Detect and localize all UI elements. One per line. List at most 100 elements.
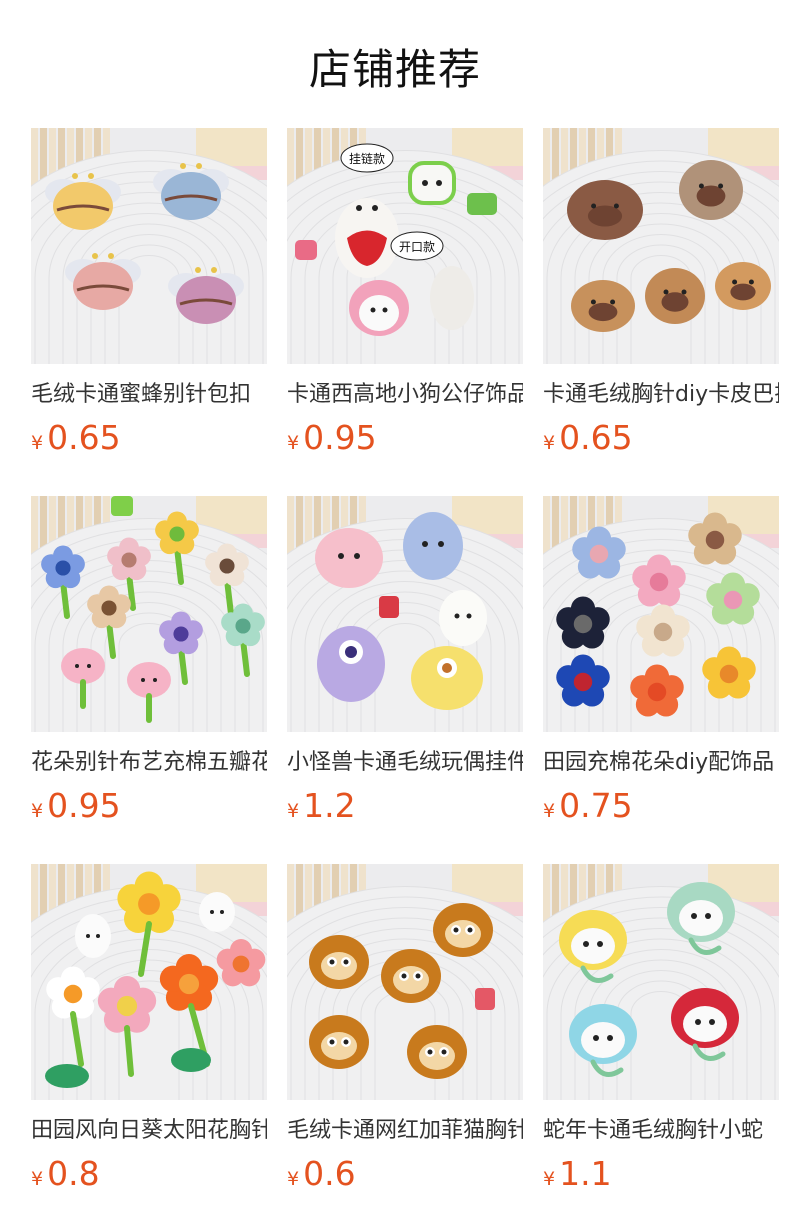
flower-center (589, 544, 609, 564)
snake-face (679, 900, 723, 936)
eye (338, 553, 344, 559)
image-monsters (287, 496, 523, 732)
product-card[interactable]: 花朵别针布艺充棉五瓣花 ¥0.95 (31, 496, 267, 864)
product-image[interactable] (31, 496, 267, 732)
product-image[interactable] (287, 496, 523, 732)
product-card[interactable]: 蛇年卡通毛绒胸针小蛇 ¥1.1 (543, 864, 779, 1232)
cat-face (321, 1032, 357, 1060)
image-bees (31, 128, 267, 364)
eye (370, 307, 376, 313)
price-amount: 0.6 (303, 1154, 356, 1193)
product-image[interactable] (543, 128, 779, 364)
letter-charm (379, 596, 399, 618)
dog-face (359, 295, 399, 331)
bunny-plush (199, 892, 235, 932)
product-name[interactable]: 卡通毛绒胸针diy卡皮巴拉 (543, 380, 779, 410)
tulip-flower (61, 648, 105, 684)
product-image[interactable] (287, 864, 523, 1100)
product-image[interactable] (31, 128, 267, 364)
currency-symbol: ¥ (287, 432, 300, 454)
eye (96, 934, 100, 938)
price-amount: 1.2 (303, 786, 356, 825)
eye (591, 203, 597, 209)
product-price: ¥0.95 (31, 784, 121, 834)
currency-symbol: ¥ (31, 432, 44, 454)
eye (210, 910, 214, 914)
product-price: ¥0.65 (31, 416, 121, 466)
product-card[interactable]: 卡通毛绒胸针diy卡皮巴拉 ¥0.65 (543, 128, 779, 496)
flower-center (573, 614, 593, 634)
eye (698, 183, 704, 189)
dog-plush (430, 266, 474, 330)
letter-charm (111, 496, 133, 516)
product-image[interactable] (543, 864, 779, 1100)
flower-center (719, 664, 739, 684)
product-price: ¥0.6 (287, 1152, 356, 1202)
cat-face (445, 920, 481, 948)
image-garfield (287, 864, 523, 1100)
image-dogs: 挂链款开口款 (287, 128, 523, 364)
product-price: ¥0.65 (543, 416, 633, 466)
product-name[interactable]: 田园充棉花朵diy配饰品 (543, 748, 779, 778)
bee-antenna (88, 173, 94, 179)
currency-symbol: ¥ (31, 1168, 44, 1190)
monster-pupil (345, 646, 357, 658)
product-name[interactable]: 田园风向日葵太阳花胸针 (31, 1116, 267, 1146)
eye (613, 203, 619, 209)
product-card[interactable]: 田园充棉花朵diy配饰品 ¥0.75 (543, 496, 779, 864)
flower-center (138, 893, 160, 915)
image-snake (543, 864, 779, 1100)
eye (356, 205, 362, 211)
product-price: ¥0.95 (287, 416, 377, 466)
currency-symbol: ¥ (543, 800, 556, 822)
flower-center (647, 682, 667, 702)
product-card[interactable]: 挂链款 开口款 卡通西高地小狗公仔饰品 ¥0.95 (287, 128, 523, 496)
product-name[interactable]: 毛绒卡通网红加菲猫胸针 (287, 1116, 523, 1146)
snake-face (571, 928, 615, 964)
snake-face (683, 1006, 727, 1042)
product-card[interactable]: 小怪兽卡通毛绒玩偶挂件 ¥1.2 (287, 496, 523, 864)
snake-face (581, 1022, 625, 1058)
section-title: 店铺推荐 (308, 45, 481, 94)
eye (153, 678, 157, 682)
eye (87, 664, 91, 668)
product-image[interactable]: 挂链款 开口款 (287, 128, 523, 364)
tulip-flower (127, 662, 171, 698)
image-capybara (543, 128, 779, 364)
flower-center (121, 552, 137, 568)
price-amount: 0.65 (47, 418, 121, 457)
eye (610, 299, 616, 305)
product-card[interactable]: 毛绒卡通网红加菲猫胸针 ¥0.6 (287, 864, 523, 1232)
product-image[interactable] (543, 496, 779, 732)
product-name[interactable]: 蛇年卡通毛绒胸针小蛇 (543, 1116, 779, 1146)
product-price: ¥1.2 (287, 784, 356, 834)
eye (141, 678, 145, 682)
leaf (45, 1064, 89, 1088)
eye (583, 941, 589, 947)
cat-pupil (415, 973, 421, 979)
product-image[interactable] (31, 864, 267, 1100)
cat-pupil (441, 1049, 447, 1055)
flower-center (101, 600, 117, 616)
stem (124, 1025, 134, 1077)
product-name[interactable]: 卡通西高地小狗公仔饰品 (287, 380, 523, 410)
capybara-nose (661, 292, 689, 312)
product-name[interactable]: 花朵别针布艺充棉五瓣花 (31, 748, 267, 778)
eye (86, 934, 90, 938)
product-card[interactable]: 田园风向日葵太阳花胸针 ¥0.8 (31, 864, 267, 1232)
capybara-nose (588, 302, 618, 322)
eye (709, 1019, 715, 1025)
eye (593, 1035, 599, 1041)
image-flowers-mixed (31, 496, 267, 732)
eye (422, 180, 428, 186)
cat-pupil (329, 959, 335, 965)
capybara-nose (696, 185, 726, 207)
product-name[interactable]: 小怪兽卡通毛绒玩偶挂件 (287, 748, 523, 778)
product-card[interactable]: 毛绒卡通蜜蜂别针包扣 ¥0.65 (31, 128, 267, 496)
product-price: ¥0.75 (543, 784, 633, 834)
eye (748, 279, 754, 285)
price-amount: 0.75 (559, 786, 633, 825)
product-name[interactable]: 毛绒卡通蜜蜂别针包扣 (31, 380, 267, 410)
currency-symbol: ¥ (543, 1168, 556, 1190)
price-amount: 0.95 (303, 418, 377, 457)
